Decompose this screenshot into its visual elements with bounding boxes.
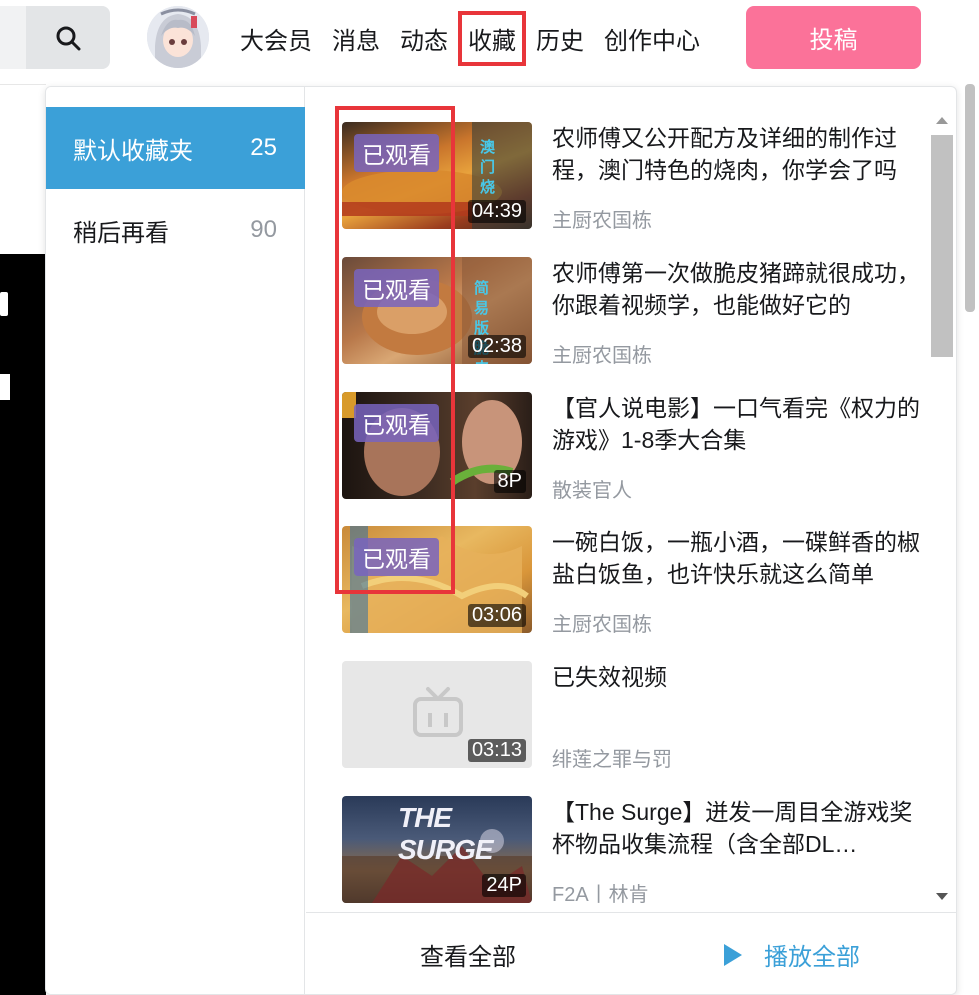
thumbnail-text: 澳门烧	[480, 139, 496, 196]
page-scrollbar[interactable]	[965, 84, 975, 312]
scroll-up-arrow[interactable]	[936, 117, 948, 124]
video-title[interactable]: 一碗白饭，一瓶小酒，一碟鲜香的椒盐白饭鱼，也许快乐就这么简单	[552, 526, 922, 590]
video-title[interactable]: 农师傅又公开配方及详细的制作过程，澳门特色的烧肉，你学会了吗	[552, 122, 922, 186]
duration-badge: 04:39	[467, 200, 526, 223]
nav-creator-center[interactable]: 创作中心	[604, 21, 700, 56]
folder-count: 25	[250, 134, 277, 161]
scroll-down-arrow[interactable]	[936, 893, 948, 900]
thumbnail-text: THE SURGE	[398, 802, 494, 865]
nav-messages[interactable]: 消息	[332, 21, 380, 56]
top-header: 大会员 消息 动态 收藏 历史 创作中心 投稿	[0, 0, 979, 84]
list-scrollbar-thumb[interactable]	[931, 135, 953, 357]
folder-count: 90	[250, 216, 277, 243]
avatar-image	[147, 6, 209, 68]
nav-vip[interactable]: 大会员	[240, 21, 312, 56]
search-icon	[56, 26, 81, 50]
duration-badge: 8P	[493, 470, 526, 493]
favorites-popup: 默认收藏夹 25 稍后再看 90 澳门烧 已观看 04:39 农师傅又公开配方及…	[45, 86, 957, 995]
duration-badge: 02:38	[467, 335, 526, 358]
play-icon	[724, 943, 742, 966]
video-uploader[interactable]: F2A丨林肯	[552, 878, 649, 907]
play-all-button[interactable]: 播放全部	[724, 937, 860, 972]
duration-badge: 24P	[482, 874, 526, 897]
list-item[interactable]: 03:13 已失效视频 绯莲之罪与罚	[342, 661, 912, 771]
nav-dynamics[interactable]: 动态	[400, 21, 448, 56]
video-title[interactable]: 【The Surge】迸发一周目全游戏奖杯物品收集流程（含全部DL…	[552, 796, 922, 860]
folder-name: 稍后再看	[73, 219, 169, 247]
background-fragment	[0, 374, 10, 400]
video-title[interactable]: 【官人说电影】一口气看完《权力的游戏》1-8季大合集	[552, 392, 922, 456]
view-all-button[interactable]: 查看全部	[420, 937, 516, 972]
video-uploader[interactable]: 主厨农国栋	[552, 339, 652, 368]
video-title[interactable]: 农师傅第一次做脆皮猪蹄就很成功，你跟着视频学，也能做好它的	[552, 257, 922, 321]
folder-default[interactable]: 默认收藏夹 25	[46, 107, 305, 189]
video-thumbnail[interactable]: THE SURGE 24P	[342, 796, 532, 903]
duration-badge: 03:06	[467, 604, 526, 627]
folder-sidebar: 默认收藏夹 25 稍后再看 90	[46, 87, 305, 994]
nav-favorites[interactable]: 收藏	[458, 10, 526, 66]
play-all-label: 播放全部	[764, 944, 860, 971]
video-uploader[interactable]: 散装官人	[552, 474, 632, 503]
nav-history[interactable]: 历史	[536, 21, 584, 56]
background-page	[0, 84, 46, 254]
video-thumbnail[interactable]: 03:13	[342, 661, 532, 768]
video-uploader[interactable]: 主厨农国栋	[552, 608, 652, 637]
list-item[interactable]: THE SURGE 24P 【The Surge】迸发一周目全游戏奖杯物品收集流…	[342, 796, 912, 906]
video-uploader[interactable]: 绯莲之罪与罚	[552, 743, 672, 772]
popup-footer: 查看全部 播放全部	[306, 912, 956, 994]
folder-watch-later[interactable]: 稍后再看 90	[46, 189, 305, 271]
background-fragment	[0, 292, 8, 316]
main-nav: 大会员 消息 动态 收藏 历史 创作中心	[240, 10, 720, 66]
folder-name: 默认收藏夹	[73, 137, 193, 165]
upload-button[interactable]: 投稿	[746, 6, 921, 69]
avatar[interactable]	[147, 6, 209, 68]
search-button[interactable]	[26, 6, 110, 69]
video-title[interactable]: 已失效视频	[552, 661, 922, 693]
background-video-area	[0, 254, 46, 995]
highlight-box	[335, 106, 455, 594]
duration-badge: 03:13	[467, 739, 526, 762]
video-uploader[interactable]: 主厨农国栋	[552, 204, 652, 233]
